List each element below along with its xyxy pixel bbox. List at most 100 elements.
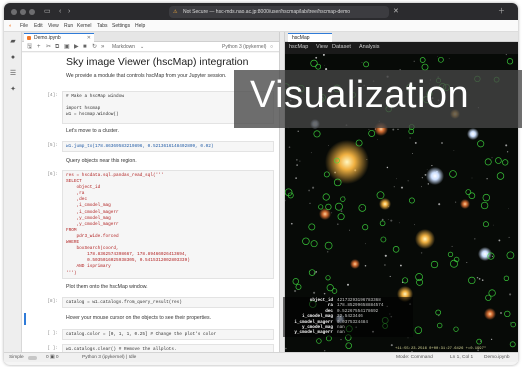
plus-icon[interactable]: ＋: [498, 6, 505, 17]
paste-icon[interactable]: ▣: [64, 43, 70, 51]
menu-help[interactable]: Help: [135, 23, 145, 29]
galaxy: [467, 128, 479, 140]
viewer-tab[interactable]: hscMap: [288, 33, 332, 42]
overlay-title: Visualization: [250, 74, 470, 116]
star: [399, 264, 402, 267]
kernel-name[interactable]: Python 3 (ipykernel): [222, 43, 266, 51]
menu-kernel[interactable]: Kernel: [77, 23, 91, 29]
menu-bar: ◐ File Edit View Run Kernel Tabs Setting…: [4, 20, 518, 32]
star: [323, 292, 326, 295]
viewer-tabbar: hscMap: [285, 32, 518, 42]
markdown-text: Plot them onto the hscMap window.: [66, 284, 148, 290]
star: [508, 208, 509, 210]
star: [323, 64, 325, 66]
chevron-down-icon[interactable]: ⌄: [140, 43, 144, 51]
close-window-dot[interactable]: [11, 9, 17, 15]
active-markdown-cell[interactable]: Hover your mouse cursor on the objects t…: [22, 313, 279, 325]
star: [508, 236, 510, 238]
star: [288, 146, 291, 148]
status-bar: Simple 0 ▣ 0 Python 3 (ipykernel) | Idle…: [4, 352, 518, 362]
galaxy: [415, 229, 435, 249]
star: [437, 55, 438, 57]
code-cell[interactable]: [ ]: catalog.color = [0, 1, 1, 0.25] # C…: [22, 329, 279, 341]
commands-icon[interactable]: ☰: [9, 70, 17, 78]
menu-settings[interactable]: Settings: [112, 23, 130, 29]
simple-mode-toggle[interactable]: [28, 356, 37, 360]
star: [310, 152, 312, 154]
address-bar[interactable]: ⚠ Not Secure — hsc-mds.nao.ac.jp:8000/us…: [169, 6, 389, 18]
tabs-icon[interactable]: ✦: [9, 86, 17, 94]
close-icon[interactable]: ✕: [393, 6, 399, 17]
sidebar-toggle-icon[interactable]: ▭: [44, 6, 51, 17]
restart-icon[interactable]: ↻: [92, 43, 97, 51]
save-icon[interactable]: 🖫: [27, 43, 32, 51]
menu-run[interactable]: Run: [64, 23, 73, 29]
kernel-status-icon: ○: [270, 44, 274, 50]
hscmap-menu-hscmap[interactable]: hscMap: [289, 44, 308, 50]
viewer-tab-label: hscMap: [292, 35, 310, 41]
markdown-cell[interactable]: Query objects near this region.: [22, 157, 279, 167]
back-icon[interactable]: ‹: [59, 6, 61, 17]
hscmap-menu-analysis[interactable]: Analysis: [359, 44, 379, 50]
zoom-window-dot[interactable]: [29, 9, 35, 15]
hscmap-menu-dataset[interactable]: Dataset: [332, 44, 351, 50]
star: [500, 312, 502, 314]
menu-edit[interactable]: Edit: [34, 23, 43, 29]
star: [438, 315, 440, 317]
warning-icon: ⚠: [173, 9, 178, 15]
code-cell[interactable]: [8]: catalog = w1.catalogs.from_query_re…: [22, 297, 279, 309]
star: [486, 178, 488, 180]
star: [377, 139, 378, 140]
code-editor[interactable]: catalog.color = [0, 1, 1, 0.25] # Change…: [62, 329, 274, 340]
copy-icon[interactable]: ⧉: [55, 43, 59, 51]
star: [438, 203, 441, 206]
menu-tabs[interactable]: Tabs: [97, 23, 108, 29]
star: [315, 56, 318, 59]
star: [296, 159, 298, 161]
galaxy: [460, 199, 470, 209]
hscmap-menu-view[interactable]: View: [316, 44, 328, 50]
add-cell-icon[interactable]: +: [37, 43, 41, 51]
status-file: Demo.ipynb: [484, 355, 510, 360]
code-editor[interactable]: catalog = w1.catalogs.from_query_result(…: [62, 297, 274, 308]
fast-forward-icon[interactable]: »: [101, 43, 104, 51]
minimize-window-dot[interactable]: [20, 9, 26, 15]
code-editor[interactable]: w1.jump_to(178.86369583219896, 0.5213616…: [62, 141, 274, 152]
code-cell[interactable]: [5]: w1.jump_to(178.86369583219896, 0.52…: [22, 141, 279, 153]
markdown-cell[interactable]: Let's move to a cluster.: [22, 127, 279, 137]
markdown-text: Hover your mouse cursor on the objects t…: [66, 315, 212, 321]
menu-view[interactable]: View: [48, 23, 59, 29]
close-tab-icon[interactable]: ✕: [87, 34, 91, 42]
star: [481, 279, 484, 281]
star: [381, 218, 384, 221]
code-cell[interactable]: [6]: res = hscdata.sql.pandas_read_sql('…: [22, 170, 279, 280]
star: [397, 128, 399, 131]
star: [400, 186, 404, 189]
star: [387, 219, 389, 220]
running-icon[interactable]: ●: [9, 54, 17, 62]
code-editor[interactable]: res = hscdata.sql.pandas_read_sql(''' SE…: [62, 170, 274, 279]
cell-type-select[interactable]: Markdown: [112, 43, 135, 51]
star: [427, 183, 429, 185]
star: [364, 265, 367, 267]
markdown-cell[interactable]: Plot them onto the hscMap window.: [22, 283, 279, 293]
star: [426, 169, 428, 171]
folder-icon[interactable]: ▰: [9, 38, 17, 46]
menu-file[interactable]: File: [20, 23, 28, 29]
star: [384, 254, 387, 257]
stop-icon[interactable]: ■: [83, 43, 87, 51]
star: [285, 347, 287, 350]
star: [498, 239, 501, 242]
mode-status: Mode: Command: [396, 355, 433, 360]
run-icon[interactable]: ▶: [74, 43, 79, 51]
cell-prompt: [5]:: [47, 143, 58, 148]
notebook-icon: [27, 36, 31, 40]
cut-icon[interactable]: ✂: [46, 43, 51, 51]
cursor-position[interactable]: Ln 1, Col 1: [450, 355, 473, 360]
star: [451, 245, 453, 247]
star: [297, 130, 299, 132]
star: [295, 177, 297, 179]
kernel-status[interactable]: Python 3 (ipykernel) | Idle: [82, 355, 136, 360]
notebook-tab[interactable]: Demo.ipynb ✕: [24, 33, 94, 42]
forward-icon[interactable]: ›: [68, 6, 70, 17]
